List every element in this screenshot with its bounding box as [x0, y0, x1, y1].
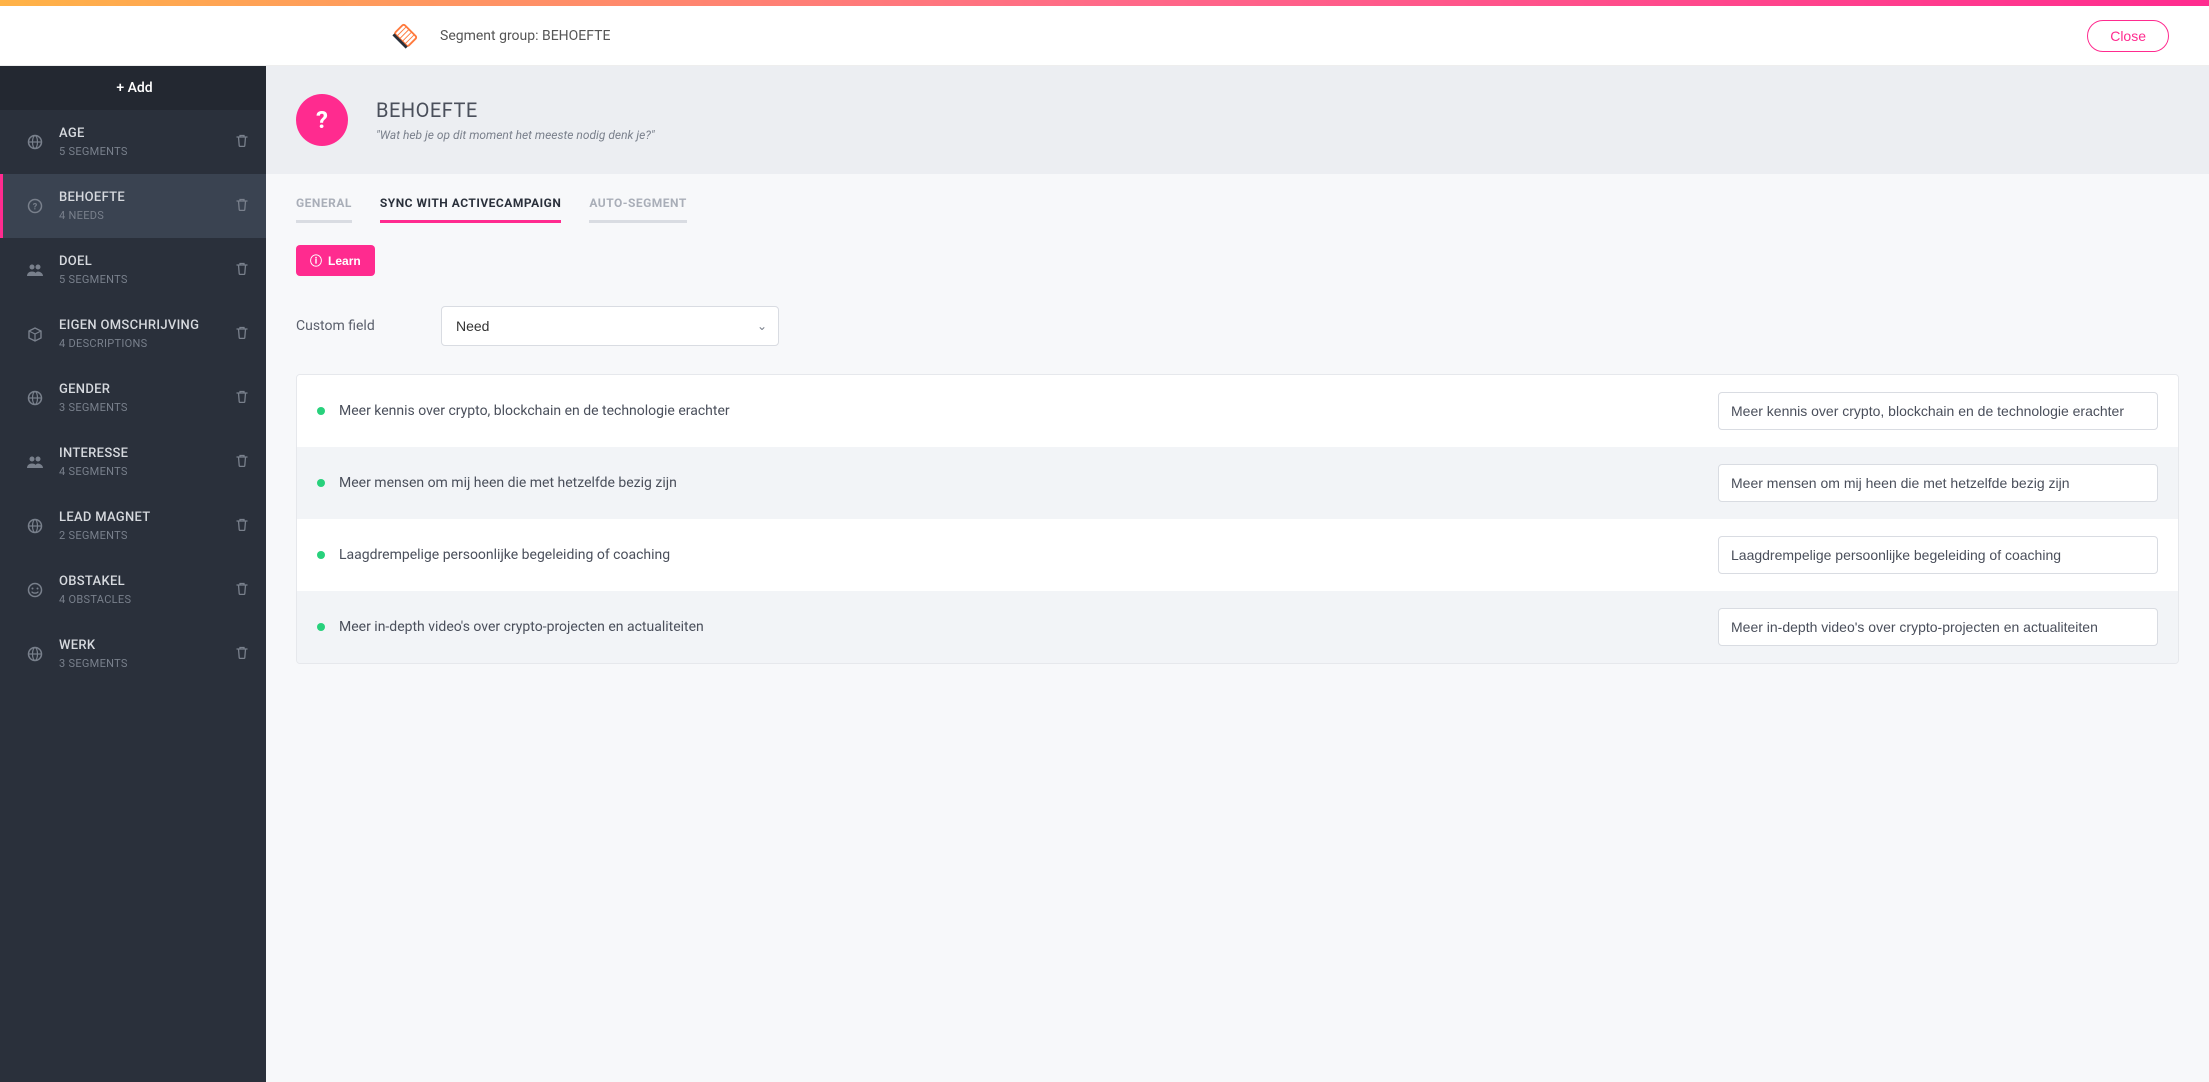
- sidebar-item-lead-magnet[interactable]: LEAD MAGNET 2 SEGMENTS: [0, 494, 266, 558]
- header-title: Segment group: BEHOEFTE: [440, 28, 610, 44]
- mapping-row-input[interactable]: [1718, 608, 2158, 646]
- mapping-row-label: Meer kennis over crypto, blockchain en d…: [339, 403, 1718, 419]
- sidebar-item-title: GENDER: [59, 382, 236, 397]
- trash-icon[interactable]: [236, 198, 248, 214]
- trash-icon[interactable]: [236, 390, 248, 406]
- mapping-row: Laagdrempelige persoonlijke begeleiding …: [297, 519, 2178, 591]
- sidebar-item-title: DOEL: [59, 254, 236, 269]
- mapping-row-input[interactable]: [1718, 464, 2158, 502]
- globe-icon: [25, 646, 45, 662]
- trash-icon[interactable]: [236, 518, 248, 534]
- sidebar-item-subtitle: 3 SEGMENTS: [59, 401, 236, 414]
- mapping-row-input[interactable]: [1718, 536, 2158, 574]
- page-title: BEHOEFTE: [376, 98, 655, 122]
- logo-icon: [390, 21, 420, 51]
- info-icon: ⓘ: [310, 252, 322, 269]
- custom-field-select[interactable]: Need: [441, 306, 779, 346]
- sidebar-item-subtitle: 5 SEGMENTS: [59, 273, 236, 286]
- mapping-row: Meer in-depth video's over crypto-projec…: [297, 591, 2178, 663]
- mapping-row-label: Laagdrempelige persoonlijke begeleiding …: [339, 547, 1718, 563]
- learn-button-label: Learn: [328, 254, 361, 268]
- trash-icon[interactable]: [236, 454, 248, 470]
- sidebar-item-subtitle: 4 OBSTACLES: [59, 593, 236, 606]
- sidebar-item-subtitle: 3 SEGMENTS: [59, 657, 236, 670]
- mapping-row-input[interactable]: [1718, 392, 2158, 430]
- svg-text:?: ?: [33, 203, 38, 213]
- trash-icon[interactable]: [236, 326, 248, 342]
- sidebar-item-title: AGE: [59, 126, 236, 141]
- sidebar-item-title: BEHOEFTE: [59, 190, 236, 205]
- tab-general[interactable]: GENERAL: [296, 196, 352, 223]
- mapping-row: Meer kennis over crypto, blockchain en d…: [297, 375, 2178, 447]
- mapping-row-label: Meer in-depth video's over crypto-projec…: [339, 619, 1718, 635]
- users-icon: [25, 454, 45, 470]
- sidebar-item-doel[interactable]: DOEL 5 SEGMENTS: [0, 238, 266, 302]
- sidebar-item-title: WERK: [59, 638, 236, 653]
- sidebar-item-interesse[interactable]: INTERESSE 4 SEGMENTS: [0, 430, 266, 494]
- sidebar-item-subtitle: 4 SEGMENTS: [59, 465, 236, 478]
- globe-icon: [25, 518, 45, 534]
- page-icon: ?: [296, 94, 348, 146]
- sidebar-item-obstakel[interactable]: OBSTAKEL 4 OBSTACLES: [0, 558, 266, 622]
- mapping-row: Meer mensen om mij heen die met hetzelfd…: [297, 447, 2178, 519]
- smile-icon: [25, 582, 45, 598]
- sidebar-item-eigen-omschrijving[interactable]: EIGEN OMSCHRIJVING 4 DESCRIPTIONS: [0, 302, 266, 366]
- mapping-row-label: Meer mensen om mij heen die met hetzelfd…: [339, 475, 1718, 491]
- sidebar-item-title: INTERESSE: [59, 446, 236, 461]
- custom-field-row: Custom field Need ⌄: [296, 306, 2179, 346]
- top-header: Segment group: BEHOEFTE Close: [0, 6, 2209, 66]
- sidebar-item-subtitle: 2 SEGMENTS: [59, 529, 236, 542]
- globe-icon: [25, 390, 45, 406]
- sidebar-item-gender[interactable]: GENDER 3 SEGMENTS: [0, 366, 266, 430]
- sidebar-item-title: LEAD MAGNET: [59, 510, 236, 525]
- mapping-rows: Meer kennis over crypto, blockchain en d…: [296, 374, 2179, 664]
- add-button[interactable]: + Add: [0, 66, 266, 110]
- trash-icon[interactable]: [236, 262, 248, 278]
- tab-sync-with-activecampaign[interactable]: SYNC WITH ACTIVECAMPAIGN: [380, 196, 561, 223]
- sidebar: + Add AGE 5 SEGMENTS? BEHOEFTE 4 NEEDS DOEL 5…: [0, 66, 266, 1082]
- close-button[interactable]: Close: [2087, 20, 2169, 52]
- question-icon: ?: [25, 198, 45, 214]
- sidebar-item-behoefte[interactable]: ? BEHOEFTE 4 NEEDS: [0, 174, 266, 238]
- page-header: ? BEHOEFTE "Wat heb je op dit moment het…: [266, 66, 2209, 174]
- box-icon: [25, 326, 45, 342]
- sidebar-item-werk[interactable]: WERK 3 SEGMENTS: [0, 622, 266, 686]
- status-dot-icon: [317, 623, 325, 631]
- main-content: ? BEHOEFTE "Wat heb je op dit moment het…: [266, 66, 2209, 1082]
- sidebar-item-subtitle: 4 DESCRIPTIONS: [59, 337, 236, 350]
- sidebar-item-title: EIGEN OMSCHRIJVING: [59, 318, 236, 333]
- tab-auto-segment[interactable]: AUTO-SEGMENT: [589, 196, 686, 223]
- status-dot-icon: [317, 551, 325, 559]
- status-dot-icon: [317, 479, 325, 487]
- learn-button[interactable]: ⓘ Learn: [296, 245, 375, 276]
- trash-icon[interactable]: [236, 646, 248, 662]
- sidebar-item-title: OBSTAKEL: [59, 574, 236, 589]
- sidebar-item-age[interactable]: AGE 5 SEGMENTS: [0, 110, 266, 174]
- app-logo: [390, 21, 420, 51]
- globe-icon: [25, 134, 45, 150]
- tabs: GENERAL SYNC WITH ACTIVECAMPAIGN AUTO-SEGM…: [266, 174, 2209, 223]
- users-icon: [25, 262, 45, 278]
- trash-icon[interactable]: [236, 582, 248, 598]
- status-dot-icon: [317, 407, 325, 415]
- page-subtitle: "Wat heb je op dit moment het meeste nod…: [376, 128, 655, 142]
- trash-icon[interactable]: [236, 134, 248, 150]
- sidebar-item-subtitle: 5 SEGMENTS: [59, 145, 236, 158]
- custom-field-label: Custom field: [296, 318, 441, 334]
- sidebar-item-subtitle: 4 NEEDS: [59, 209, 236, 222]
